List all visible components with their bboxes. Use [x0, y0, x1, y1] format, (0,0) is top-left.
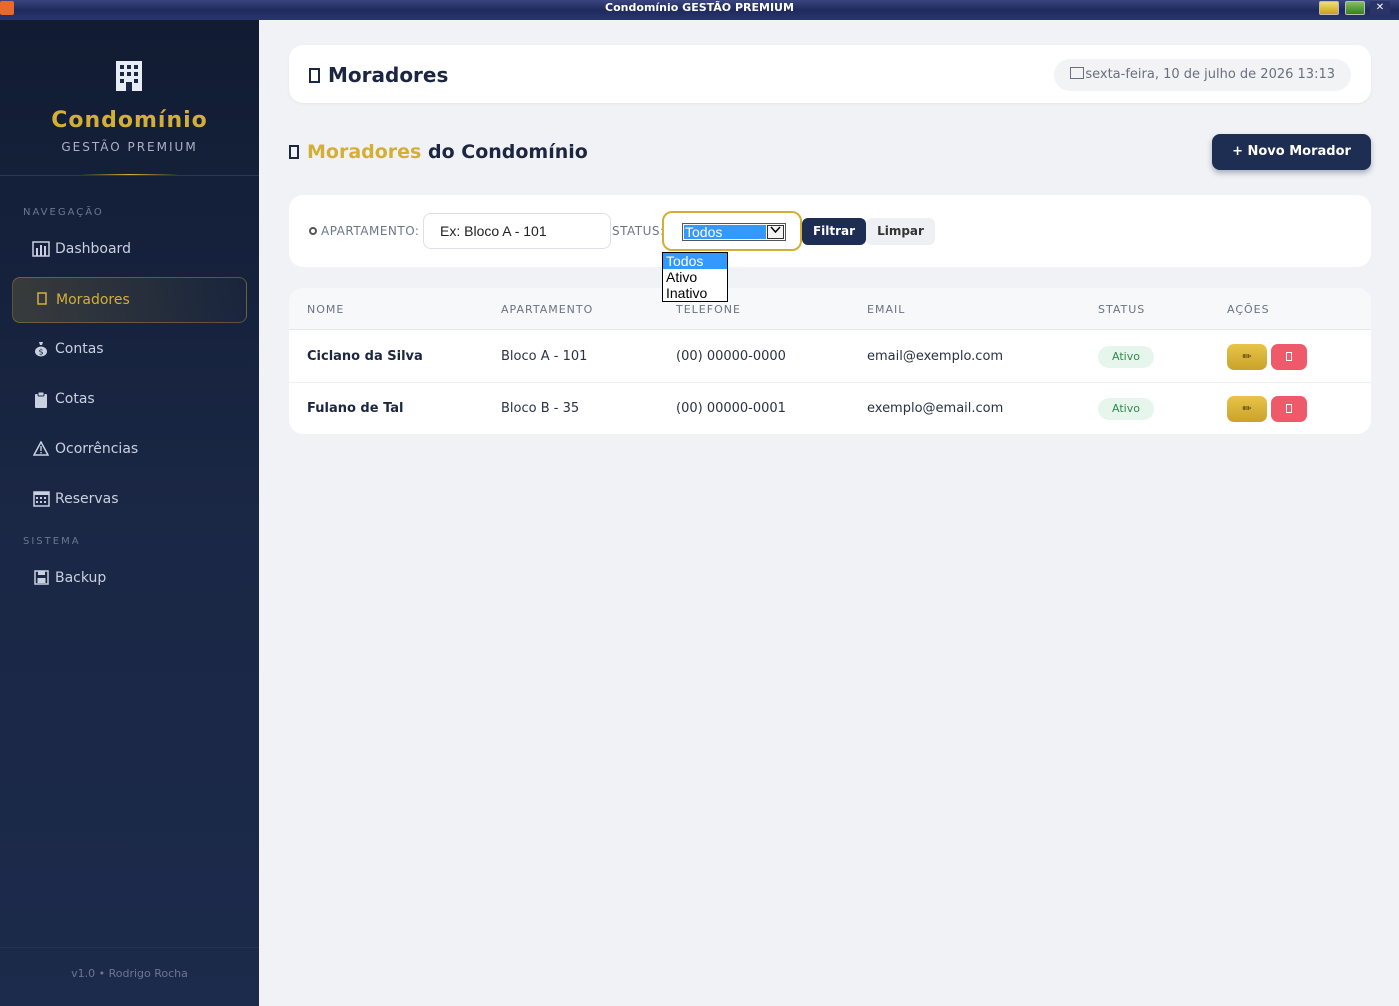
- date-text: sexta-feira, 10 de julho de 2026 13:13: [1085, 67, 1335, 82]
- table-row: Ciclano da Silva Bloco A - 101 (00) 0000…: [289, 331, 1371, 383]
- column-header-acoes: AÇÕES: [1227, 303, 1270, 316]
- delete-button[interactable]: [1271, 344, 1307, 370]
- sidebar-item-ocorrencias[interactable]: Ocorrências: [12, 427, 247, 473]
- page-header: Moradores sexta-feira, 10 de julho de 20…: [289, 45, 1371, 103]
- status-badge: Ativo: [1098, 398, 1154, 420]
- sidebar-item-cotas[interactable]: Cotas: [12, 377, 247, 423]
- status-option-ativo[interactable]: Ativo: [663, 269, 727, 285]
- status-select[interactable]: Todos: [682, 223, 786, 241]
- cell-phone: (00) 00000-0000: [676, 349, 786, 364]
- pencil-icon: ✏: [1242, 402, 1252, 415]
- brand: Condomínio GESTÃO PREMIUM: [0, 20, 259, 176]
- person-icon: [33, 292, 51, 310]
- nav-section-label: NAVEGAÇÃO: [23, 207, 104, 218]
- trash-icon: [1286, 352, 1292, 361]
- date-display: sexta-feira, 10 de julho de 2026 13:13: [1054, 59, 1351, 91]
- svg-text:$: $: [38, 348, 43, 357]
- filter-panel: APARTAMENTO: Ex: Bloco A - 101 STATUS: T…: [289, 195, 1371, 267]
- cell-name: Ciclano da Silva: [307, 349, 423, 364]
- cell-apartment: Bloco A - 101: [501, 349, 588, 364]
- sidebar: Condomínio GESTÃO PREMIUM NAVEGAÇÃO Dash…: [0, 20, 259, 1006]
- person-icon: [289, 145, 299, 159]
- sidebar-item-label: Dashboard: [55, 241, 131, 257]
- sidebar-item-backup[interactable]: Backup: [12, 556, 247, 602]
- calendar-icon: [1070, 67, 1085, 79]
- sidebar-footer: v1.0 • Rodrigo Rocha: [71, 967, 188, 980]
- status-badge: Ativo: [1098, 346, 1154, 368]
- cell-email: email@exemplo.com: [867, 349, 1004, 364]
- sidebar-item-contas[interactable]: $ Contas: [12, 327, 247, 373]
- column-header-telefone: TELEFONE: [676, 303, 741, 316]
- residents-table: NOME APARTAMENTO TELEFONE EMAIL STATUS A…: [289, 288, 1371, 434]
- table-row: Fulano de Tal Bloco B - 35 (00) 00000-00…: [289, 383, 1371, 434]
- sidebar-item-label: Backup: [55, 570, 107, 586]
- column-header-status: STATUS: [1098, 303, 1146, 316]
- window-title: Condomínio GESTÃO PREMIUM: [605, 1, 794, 14]
- sidebar-item-label: Cotas: [55, 391, 95, 407]
- page-title-text: Moradores: [328, 63, 449, 87]
- chart-icon: [32, 241, 50, 259]
- table-header: NOME APARTAMENTO TELEFONE EMAIL STATUS A…: [289, 288, 1371, 330]
- section-title: Moradores do Condomínio: [289, 141, 588, 163]
- status-select-wrapper: Todos: [662, 211, 802, 251]
- money-bag-icon: $: [32, 341, 50, 359]
- clipboard-icon: [32, 391, 50, 409]
- sidebar-item-label: Contas: [55, 341, 104, 357]
- footer-divider: [0, 947, 259, 948]
- sidebar-item-label: Reservas: [55, 491, 119, 507]
- warning-icon: [32, 440, 50, 459]
- person-icon: [309, 68, 320, 83]
- status-option-inativo[interactable]: Inativo: [663, 285, 727, 301]
- section-title-rest: do Condomínio: [421, 141, 588, 163]
- column-header-apartamento: APARTAMENTO: [501, 303, 594, 316]
- sidebar-item-label: Moradores: [56, 292, 130, 308]
- apartment-input[interactable]: Ex: Bloco A - 101: [423, 213, 611, 249]
- sidebar-item-dashboard[interactable]: Dashboard: [12, 227, 247, 273]
- status-option-todos[interactable]: Todos: [663, 253, 727, 269]
- cell-apartment: Bloco B - 35: [501, 401, 580, 416]
- edit-button[interactable]: ✏: [1227, 344, 1267, 370]
- section-title-highlight: Moradores: [307, 141, 422, 163]
- page-title: Moradores: [309, 63, 448, 87]
- apartment-filter-label: APARTAMENTO:: [309, 224, 419, 238]
- search-icon: [309, 227, 317, 235]
- calendar-icon: [32, 491, 50, 509]
- brand-subtitle: GESTÃO PREMIUM: [61, 140, 198, 154]
- maximize-button[interactable]: [1345, 1, 1365, 15]
- clear-button[interactable]: Limpar: [866, 218, 935, 245]
- close-button[interactable]: ✕: [1370, 1, 1390, 15]
- cell-phone: (00) 00000-0001: [676, 401, 786, 416]
- floppy-icon: [32, 570, 50, 588]
- column-header-nome: NOME: [307, 303, 345, 316]
- chevron-down-icon[interactable]: [767, 225, 784, 239]
- window-titlebar: Condomínio GESTÃO PREMIUM ✕: [0, 0, 1399, 20]
- status-filter-label: STATUS:: [612, 224, 665, 238]
- apartment-label-text: APARTAMENTO:: [321, 224, 420, 238]
- brand-name: Condomínio: [51, 108, 208, 133]
- status-select-value: Todos: [684, 225, 766, 239]
- sidebar-item-moradores[interactable]: Moradores: [12, 277, 247, 323]
- delete-button[interactable]: [1271, 396, 1307, 422]
- sidebar-divider: [0, 175, 259, 176]
- trash-icon: [1286, 404, 1292, 413]
- sidebar-item-reservas[interactable]: Reservas: [12, 477, 247, 523]
- new-resident-button[interactable]: + Novo Morador: [1212, 134, 1371, 170]
- pencil-icon: ✏: [1242, 350, 1252, 363]
- building-icon: [116, 61, 142, 91]
- column-header-email: EMAIL: [867, 303, 906, 316]
- cell-email: exemplo@email.com: [867, 401, 1004, 416]
- cell-name: Fulano de Tal: [307, 401, 404, 416]
- status-dropdown-list: Todos Ativo Inativo: [662, 252, 728, 302]
- edit-button[interactable]: ✏: [1227, 396, 1267, 422]
- minimize-button[interactable]: [1319, 1, 1339, 15]
- sidebar-item-label: Ocorrências: [55, 441, 139, 457]
- filter-button[interactable]: Filtrar: [802, 218, 866, 245]
- system-section-label: SISTEMA: [23, 536, 81, 547]
